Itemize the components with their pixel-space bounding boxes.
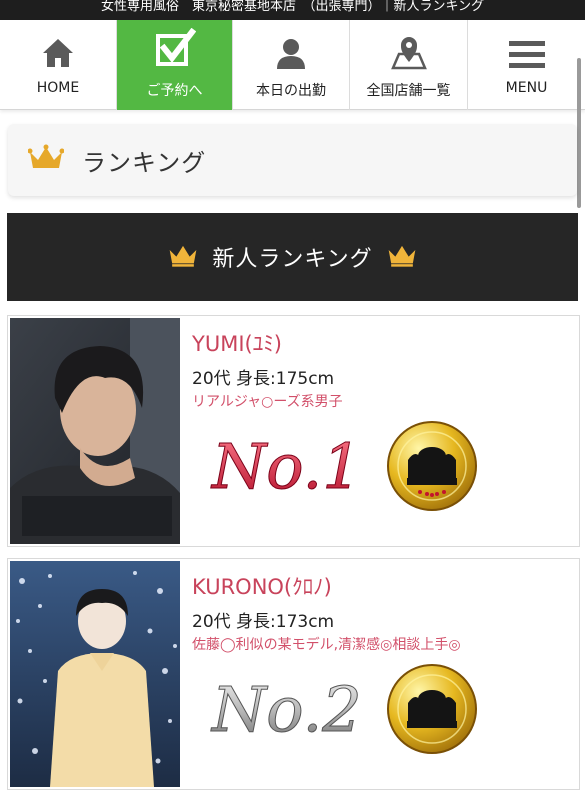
staff-spec: 20代 身長:173cm	[192, 612, 335, 632]
nav-today-staff-label: 本日の出勤	[256, 83, 326, 99]
ranking-card[interactable]: YUMI(ﾕﾐ) 20代 身長:175cm リアルジャ○ーズ系男子 No.1	[7, 315, 580, 547]
main-nav: HOME ご予約へ 本日の出勤 全国店舗一覧 MENU	[0, 20, 585, 110]
home-icon	[41, 20, 75, 74]
staff-name[interactable]: KURONO(ｸﾛﾉ)	[192, 571, 332, 601]
nav-reservation[interactable]: ご予約へ	[117, 20, 233, 110]
rank-label: No.2	[210, 673, 362, 746]
nav-store-list[interactable]: 全国店舗一覧	[350, 20, 468, 110]
scrollbar[interactable]	[577, 58, 581, 208]
rank-number-2: No.2	[204, 659, 384, 749]
staff-spec: 20代 身長:175cm	[192, 369, 335, 389]
site-header-text: 女性専用風俗 東京秘密基地本店 （出張専門）｜新人ランキング	[100, 0, 485, 14]
staff-photo[interactable]	[10, 318, 180, 544]
ranking-section-heading: ランキング	[8, 124, 577, 196]
banner-title: 新人ランキング	[212, 247, 373, 272]
nav-home-label: HOME	[36, 80, 80, 96]
hamburger-menu-icon	[508, 20, 546, 74]
nav-store-list-label: 全国店舗一覧	[366, 83, 451, 99]
new-ranking-banner: 新人ランキング	[7, 213, 578, 301]
nav-menu-label: MENU	[505, 80, 548, 96]
rank-label: No.1	[210, 430, 362, 503]
ranking-card[interactable]: KURONO(ｸﾛﾉ) 20代 身長:173cm 佐藤◯利似の某モデル,清潔感◎…	[7, 558, 580, 790]
nav-home[interactable]: HOME	[0, 20, 117, 110]
section-title: ランキング	[82, 148, 207, 177]
site-header-bar: 女性専用風俗 東京秘密基地本店 （出張専門）｜新人ランキング	[0, 0, 585, 20]
map-pin-icon	[390, 20, 428, 74]
gold-crown-medal-icon	[386, 420, 478, 512]
person-icon	[274, 20, 308, 74]
staff-catchcopy: 佐藤◯利似の某モデル,清潔感◎相談上手◎	[192, 637, 461, 653]
staff-name[interactable]: YUMI(ﾕﾐ)	[192, 328, 282, 358]
nav-today-staff[interactable]: 本日の出勤	[233, 20, 350, 110]
nav-menu[interactable]: MENU	[468, 20, 585, 110]
crown-icon	[27, 144, 65, 176]
check-icon	[154, 20, 196, 74]
rank-number-1: No.1	[204, 416, 384, 506]
staff-catchcopy: リアルジャ○ーズ系男子	[192, 394, 343, 410]
gold-crown-medal-icon	[386, 663, 478, 755]
nav-reservation-label: ご予約へ	[146, 83, 203, 99]
crown-icon	[387, 243, 417, 271]
crown-icon	[168, 243, 198, 271]
staff-photo[interactable]	[10, 561, 180, 787]
